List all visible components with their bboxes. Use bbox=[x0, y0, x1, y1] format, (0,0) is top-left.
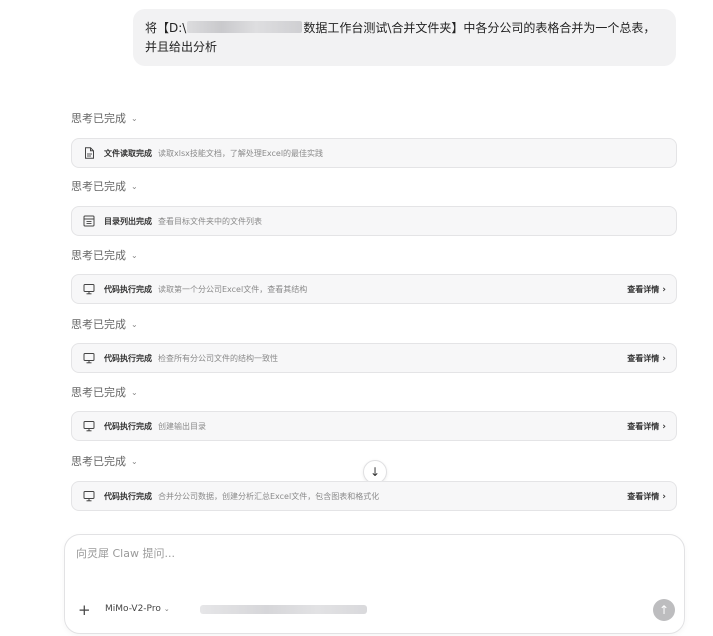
view-details-link[interactable]: 查看详情 › bbox=[627, 421, 666, 432]
monitor-icon bbox=[82, 419, 96, 433]
step-card-code-exec-4[interactable]: 代码执行完成 合并分公司数据，创建分析汇总Excel文件，包含图表和格式化 查看… bbox=[71, 481, 677, 511]
redacted-toolbar-text bbox=[200, 605, 367, 614]
view-details-link[interactable]: 查看详情 › bbox=[627, 491, 666, 502]
chevron-down-icon: ⌄ bbox=[163, 605, 170, 613]
step-card-directory-list[interactable]: 目录列出完成 查看目标文件夹中的文件列表 bbox=[71, 206, 677, 236]
monitor-icon bbox=[82, 282, 96, 296]
step-card-file-read[interactable]: 文件读取完成 读取xlsx技能文档，了解处理Excel的最佳实践 bbox=[71, 138, 677, 168]
chevron-down-icon: ⌄ bbox=[131, 182, 138, 191]
step-status: 代码执行完成 bbox=[104, 421, 152, 431]
chevron-right-icon: › bbox=[662, 421, 666, 432]
thinking-label: 思考已完成 bbox=[71, 249, 126, 262]
step-description: 读取xlsx技能文档，了解处理Excel的最佳实践 bbox=[158, 148, 324, 158]
thinking-toggle[interactable]: 思考已完成 ⌄ bbox=[71, 112, 138, 126]
step-description: 创建输出目录 bbox=[158, 421, 206, 431]
monitor-icon bbox=[82, 489, 96, 503]
step-description: 合并分公司数据，创建分析汇总Excel文件，包含图表和格式化 bbox=[158, 491, 380, 501]
thinking-label: 思考已完成 bbox=[71, 318, 126, 331]
chevron-down-icon: ⌄ bbox=[131, 457, 138, 466]
step-status: 代码执行完成 bbox=[104, 491, 152, 501]
step-description: 检查所有分公司文件的结构一致性 bbox=[158, 353, 278, 363]
step-card-code-exec-1[interactable]: 代码执行完成 读取第一个分公司Excel文件，查看其结构 查看详情 › bbox=[71, 274, 677, 304]
chevron-right-icon: › bbox=[662, 284, 666, 295]
arrow-up-icon: ↑ bbox=[658, 603, 670, 617]
step-description: 查看目标文件夹中的文件列表 bbox=[158, 216, 262, 226]
redacted-path bbox=[187, 21, 303, 33]
view-details-link[interactable]: 查看详情 › bbox=[627, 353, 666, 364]
user-message-prefix: 将【D:\ bbox=[145, 21, 187, 35]
step-card-code-exec-3[interactable]: 代码执行完成 创建输出目录 查看详情 › bbox=[71, 411, 677, 441]
chevron-down-icon: ⌄ bbox=[131, 251, 138, 260]
thinking-label: 思考已完成 bbox=[71, 180, 126, 193]
view-details-label: 查看详情 bbox=[627, 353, 660, 363]
step-status: 文件读取完成 bbox=[104, 148, 152, 158]
view-details-link[interactable]: 查看详情 › bbox=[627, 284, 666, 295]
arrow-down-icon: ↓ bbox=[369, 465, 381, 479]
chevron-right-icon: › bbox=[662, 491, 666, 502]
add-attachment-button[interactable]: + bbox=[78, 602, 91, 618]
thinking-toggle[interactable]: 思考已完成 ⌄ bbox=[71, 455, 138, 469]
chevron-right-icon: › bbox=[662, 353, 666, 364]
chevron-down-icon: ⌄ bbox=[131, 388, 138, 397]
step-status: 代码执行完成 bbox=[104, 284, 152, 294]
model-name: MiMo-V2-Pro bbox=[105, 604, 161, 614]
model-selector[interactable]: MiMo-V2-Pro ⌄ bbox=[105, 604, 170, 614]
thinking-toggle[interactable]: 思考已完成 ⌄ bbox=[71, 386, 138, 400]
folder-list-icon bbox=[82, 214, 96, 228]
chevron-down-icon: ⌄ bbox=[131, 114, 138, 123]
view-details-label: 查看详情 bbox=[627, 491, 660, 501]
monitor-icon bbox=[82, 351, 96, 365]
step-card-code-exec-2[interactable]: 代码执行完成 检查所有分公司文件的结构一致性 查看详情 › bbox=[71, 343, 677, 373]
chevron-down-icon: ⌄ bbox=[131, 320, 138, 329]
send-button[interactable]: ↑ bbox=[653, 599, 675, 621]
user-message-bubble: 将【D:\ 数据工作台测试\合并文件夹】中各分公司的表格合并为一个总表，并且给出分… bbox=[133, 9, 676, 66]
thinking-label: 思考已完成 bbox=[71, 455, 126, 468]
view-details-label: 查看详情 bbox=[627, 421, 660, 431]
step-description: 读取第一个分公司Excel文件，查看其结构 bbox=[158, 284, 308, 294]
step-status: 代码执行完成 bbox=[104, 353, 152, 363]
thinking-label: 思考已完成 bbox=[71, 386, 126, 399]
chat-page: 将【D:\ 数据工作台测试\合并文件夹】中各分公司的表格合并为一个总表，并且给出分… bbox=[0, 0, 713, 636]
message-composer: + MiMo-V2-Pro⌄ ↑ bbox=[64, 534, 685, 634]
view-details-label: 查看详情 bbox=[627, 284, 660, 294]
document-icon bbox=[82, 146, 96, 160]
thinking-toggle[interactable]: 思考已完成 ⌄ bbox=[71, 249, 138, 263]
thinking-label: 思考已完成 bbox=[71, 112, 126, 125]
thinking-toggle[interactable]: 思考已完成 ⌄ bbox=[71, 318, 138, 332]
step-status: 目录列出完成 bbox=[104, 216, 152, 226]
message-input[interactable] bbox=[76, 547, 666, 560]
thinking-toggle[interactable]: 思考已完成 ⌄ bbox=[71, 180, 138, 194]
